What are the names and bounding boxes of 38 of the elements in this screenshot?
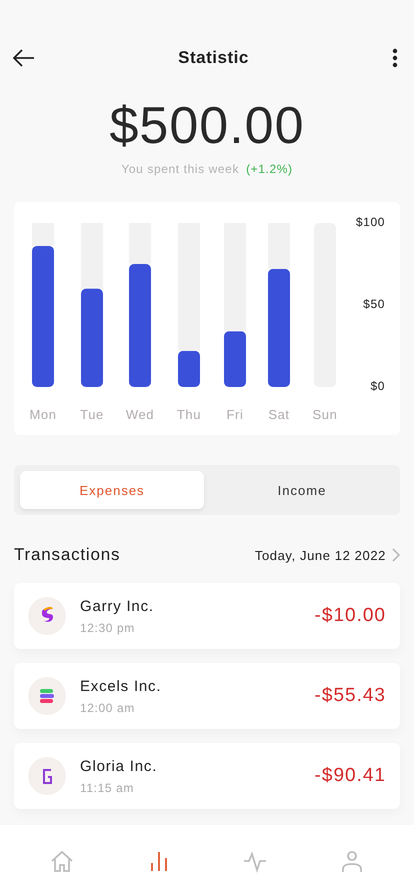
tab[interactable]: Income — [210, 471, 394, 509]
tab[interactable]: Expenses — [20, 471, 204, 509]
transaction-time: 12:30 pm — [80, 620, 136, 634]
day-label: Fri — [226, 407, 244, 422]
transaction-card[interactable]: Garry Inc. 12:30 pm -$10.00 — [14, 583, 400, 649]
transaction-card[interactable]: Gloria Inc. 11:15 am -$90.41 — [14, 743, 400, 809]
axis-label: $50 — [363, 297, 385, 312]
screen-title: Statistic — [178, 48, 249, 68]
day-label: Mon — [29, 407, 57, 422]
axis-label: $0 — [370, 379, 385, 394]
day-label: Tue — [80, 407, 104, 422]
total-amount: $500.00 — [108, 96, 306, 156]
transaction-amount: -$55.43 — [314, 685, 386, 707]
person-icon[interactable] — [340, 848, 364, 872]
day-label: Sun — [312, 407, 338, 422]
transaction-amount: -$90.41 — [314, 765, 386, 787]
more-icon[interactable] — [392, 48, 398, 68]
date-label[interactable]: Today, June 12 2022 — [254, 548, 386, 562]
day-label: Thu — [176, 407, 202, 422]
section-title: Transactions — [14, 545, 122, 565]
company-name: Garry Inc. — [80, 598, 155, 614]
axis-label: $100 — [356, 215, 385, 230]
day-label: Sat — [268, 407, 290, 422]
change-percent: (+1.2%) — [246, 162, 293, 176]
company-name: Excels Inc. — [80, 678, 162, 694]
transaction-time: 12:00 am — [80, 700, 136, 714]
logo-icon — [28, 677, 66, 715]
day-label: Wed — [126, 407, 154, 422]
chevron-icon[interactable] — [392, 548, 400, 562]
transaction-card[interactable]: Excels Inc. 12:00 am -$55.43 — [14, 663, 400, 729]
logo-icon — [28, 757, 66, 795]
company-name: Gloria Inc. — [80, 758, 158, 774]
logo-icon — [28, 597, 66, 635]
transaction-amount: -$10.00 — [314, 605, 386, 627]
back-icon[interactable] — [13, 49, 35, 67]
spent-caption: You spent this week — [121, 162, 240, 176]
home-icon[interactable] — [50, 848, 74, 872]
transaction-time: 11:15 am — [80, 780, 135, 794]
